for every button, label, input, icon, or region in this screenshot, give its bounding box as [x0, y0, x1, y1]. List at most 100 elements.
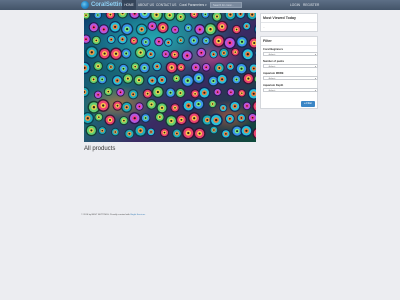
coral-polyp	[186, 54, 189, 57]
coral-polyp	[217, 39, 220, 43]
coral-polyp	[101, 129, 104, 132]
coral-polyp	[90, 129, 93, 132]
coral-polyp	[173, 53, 176, 56]
coral-polyp	[85, 38, 87, 41]
coral-polyp	[161, 78, 163, 81]
coral-polyp	[144, 117, 147, 119]
coral-polyp	[179, 39, 182, 41]
coral-polyp	[253, 41, 256, 45]
coral-beginners-select[interactable]: -Select- ▾	[263, 52, 318, 57]
coral-polyp	[221, 78, 224, 81]
coral-polyp	[252, 92, 255, 95]
coral-polyp	[252, 67, 255, 70]
coral-polyp	[139, 129, 142, 132]
coral-polyp	[218, 67, 221, 69]
coral-polyp	[246, 105, 248, 107]
coral-polyp	[170, 66, 173, 69]
coral-polyp	[167, 41, 170, 44]
coral-polyp	[156, 90, 159, 94]
coral-polyp	[125, 27, 129, 31]
coral-polyp	[229, 117, 231, 120]
coral-polyp	[149, 53, 152, 55]
coral-polyp	[116, 104, 119, 107]
coral-polyp	[222, 107, 224, 109]
nav-contact-us[interactable]: CONTACT US	[156, 0, 176, 10]
coral-polyp	[230, 91, 232, 94]
coral-polyp	[165, 53, 167, 55]
coral-polyp	[251, 116, 254, 119]
coral-polyp	[125, 52, 128, 55]
footer-link[interactable]: Bright Services	[130, 214, 145, 216]
filter-panel: Filter Coral Beginners -Select- ▾ Number …	[260, 36, 318, 109]
select-value: -Select-	[268, 54, 276, 56]
coral-polyp	[110, 66, 112, 68]
coral-polyp	[116, 79, 119, 82]
filter-label-number-of-packs: Number of packs	[263, 60, 285, 63]
nav-coral-parameters-dropdown[interactable]: Coral Parameters ▾	[178, 0, 208, 10]
coral-polyp	[205, 66, 207, 69]
coral-polyp	[212, 80, 215, 82]
coral-polyp	[146, 92, 149, 95]
coral-polyp	[134, 65, 136, 68]
coral-polyp	[95, 39, 98, 42]
coral-polyp	[97, 14, 99, 16]
aquarium-depth-select[interactable]: -Select- ▾	[263, 88, 318, 93]
chevron-down-icon: ▾	[314, 66, 316, 68]
coral-polyp	[221, 25, 224, 28]
search-input[interactable]: Search for coral...	[210, 2, 242, 8]
coral-polyp	[98, 116, 100, 118]
coral-polyp	[102, 28, 105, 31]
coral-polyp	[236, 130, 239, 133]
nav-login[interactable]: LOGIN	[288, 0, 302, 10]
nav-register[interactable]: REGISTER	[303, 0, 319, 10]
coral-polyp	[85, 14, 87, 16]
filter-button[interactable]: ≡ Filter	[301, 101, 315, 107]
coral-polyp	[110, 38, 112, 41]
coral-polyp	[200, 51, 203, 54]
coral-polyp	[101, 78, 104, 81]
coral-polyp	[92, 106, 96, 109]
coral-polyp	[158, 116, 161, 118]
coral-polyp	[251, 13, 254, 16]
nav-home[interactable]: HOME	[122, 0, 136, 10]
aquarium-mdre-select[interactable]: -Select- ▾	[263, 76, 318, 81]
coral-polyp	[138, 105, 141, 108]
coral-polyp	[163, 131, 166, 134]
coral-polyp	[180, 118, 183, 121]
coral-polyp	[204, 13, 207, 16]
coral-polyp	[151, 79, 154, 82]
coral-polyp	[140, 28, 143, 31]
coral-polyp	[138, 79, 140, 82]
coral-polyp	[179, 92, 182, 94]
chevron-down-icon: ▾	[314, 54, 316, 56]
coral-polyp	[169, 91, 172, 94]
all-products-heading: All products	[84, 146, 116, 152]
coral-polyp	[92, 26, 95, 29]
coral-logo-icon	[81, 1, 89, 9]
coral-polyp	[86, 117, 89, 120]
coral-polyp	[234, 51, 237, 53]
coral-polyp	[186, 79, 189, 82]
nav-about-us[interactable]: ABOUT US	[137, 0, 155, 10]
coral-polyp	[103, 52, 106, 55]
hero-coral-image	[84, 13, 256, 142]
most-viewed-panel: Most Viewed Today ...	[260, 13, 318, 32]
coral-polyp	[97, 65, 99, 67]
coral-polyp	[187, 104, 190, 107]
coral-polyp	[187, 131, 190, 135]
coral-polyp	[126, 77, 129, 80]
coral-polyp	[193, 13, 195, 16]
coral-polyp	[128, 132, 131, 135]
coral-polyp	[222, 52, 225, 54]
number-of-packs-select[interactable]: -Select- ▾	[263, 64, 318, 69]
coral-polyp	[240, 40, 244, 43]
coral-polyp	[151, 25, 154, 27]
coral-polyp	[215, 118, 218, 122]
footer-text: © 2016 by BEST SETTINGS. Proudly created…	[81, 214, 131, 216]
coral-polyp	[158, 40, 160, 43]
coral-polyp	[121, 38, 124, 41]
coral-polyp	[246, 53, 249, 56]
coral-polyp	[174, 29, 176, 31]
coral-polyp	[150, 103, 153, 106]
coral-polyp	[198, 132, 201, 135]
